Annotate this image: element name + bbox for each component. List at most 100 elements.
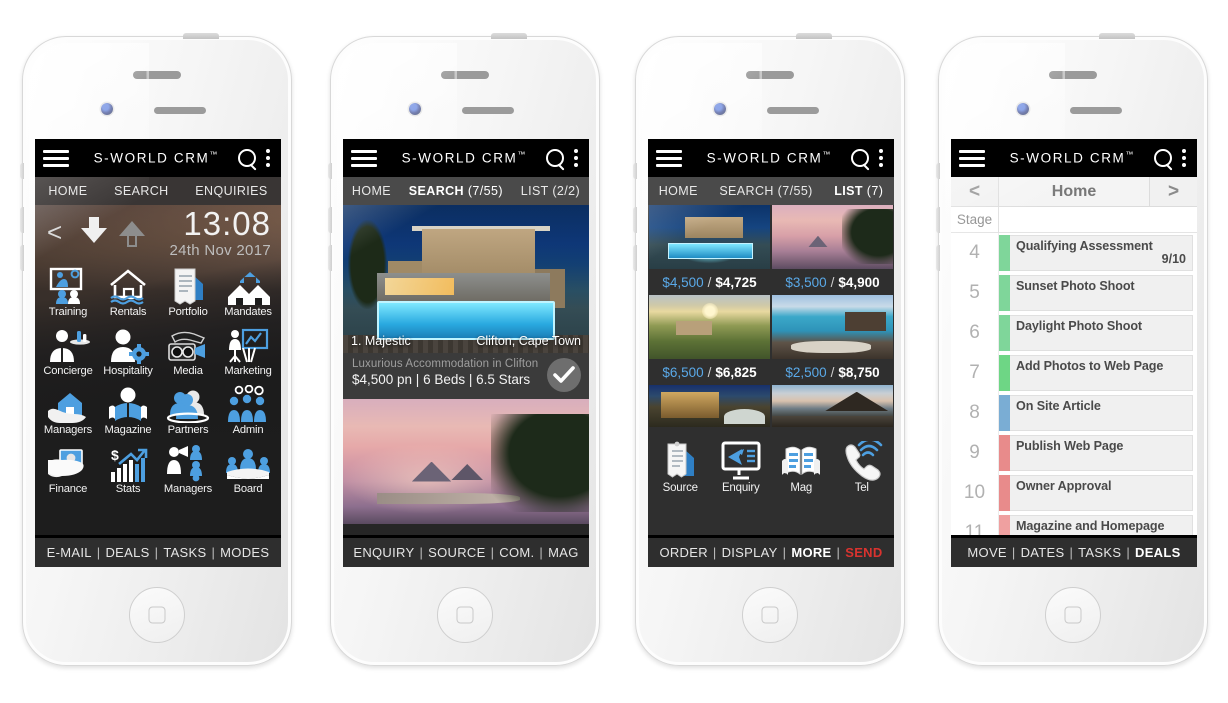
- bottom-deals[interactable]: DEALS: [105, 545, 149, 560]
- price-cell[interactable]: $2,500 / $8,750: [772, 359, 893, 385]
- hamburger-menu-icon[interactable]: [351, 149, 377, 167]
- overflow-menu-icon[interactable]: [879, 149, 883, 167]
- property-thumbnail[interactable]: [772, 385, 893, 427]
- table-row[interactable]: 10 Owner Approval: [951, 473, 1197, 513]
- stage-cell[interactable]: Add Photos to Web Page: [1010, 355, 1193, 391]
- volume-up-button[interactable]: [328, 207, 332, 233]
- app-tile-media[interactable]: Media: [158, 320, 218, 377]
- stage-cell[interactable]: Publish Web Page: [1010, 435, 1193, 471]
- bottom-display[interactable]: DISPLAY: [722, 545, 778, 560]
- table-row[interactable]: 7 Add Photos to Web Page: [951, 353, 1197, 393]
- tab-enquiries[interactable]: ENQUIRIES: [193, 184, 269, 198]
- app-tile-magazine[interactable]: Magazine: [98, 379, 158, 436]
- overflow-menu-icon[interactable]: [574, 149, 578, 167]
- bottom-modes[interactable]: MODES: [220, 545, 269, 560]
- overflow-menu-icon[interactable]: [266, 149, 270, 167]
- property-thumbnail[interactable]: [772, 205, 893, 269]
- hamburger-menu-icon[interactable]: [43, 149, 69, 167]
- bottom-deals[interactable]: DEALS: [1135, 545, 1181, 560]
- app-tile-managers-megaphone[interactable]: Managers: [158, 438, 218, 495]
- tab-search[interactable]: SEARCH: [112, 184, 171, 198]
- price-cell[interactable]: $6,500 / $6,825: [649, 359, 770, 385]
- tab-search[interactable]: SEARCH (7/55): [717, 184, 814, 198]
- action-tile-mag[interactable]: Mag: [771, 435, 832, 494]
- bottom-more[interactable]: MORE: [791, 545, 831, 560]
- hamburger-menu-icon[interactable]: [959, 149, 985, 167]
- property-thumbnail[interactable]: [649, 205, 770, 269]
- tab-home[interactable]: HOME: [657, 184, 700, 198]
- stage-cell[interactable]: Qualifying Assessment 9/10: [1010, 235, 1193, 271]
- app-tile-board[interactable]: Board: [218, 438, 278, 495]
- volume-down-button[interactable]: [633, 245, 637, 271]
- stage-cell[interactable]: Magazine and Homepage: [1010, 515, 1193, 535]
- stage-cell[interactable]: Daylight Photo Shoot: [1010, 315, 1193, 351]
- check-tick-icon[interactable]: [547, 358, 581, 392]
- volume-up-button[interactable]: [936, 207, 940, 233]
- app-tile-admin[interactable]: Admin: [218, 379, 278, 436]
- silent-switch[interactable]: [936, 163, 940, 179]
- tab-home[interactable]: HOME: [46, 184, 89, 198]
- table-row[interactable]: 11 Magazine and Homepage: [951, 513, 1197, 535]
- volume-down-button[interactable]: [328, 245, 332, 271]
- table-row[interactable]: 6 Daylight Photo Shoot: [951, 313, 1197, 353]
- home-button[interactable]: [1045, 587, 1101, 643]
- bottom-email[interactable]: E-MAIL: [47, 545, 92, 560]
- app-tile-stats[interactable]: $ Stats: [98, 438, 158, 495]
- app-tile-hospitality[interactable]: Hospitality: [98, 320, 158, 377]
- stage-cell[interactable]: Owner Approval: [1010, 475, 1193, 511]
- tab-list[interactable]: LIST (7): [832, 184, 885, 198]
- app-tile-finance[interactable]: Finance: [38, 438, 98, 495]
- app-tile-marketing[interactable]: Marketing: [218, 320, 278, 377]
- bottom-enquiry[interactable]: ENQUIRY: [353, 545, 414, 560]
- silent-switch[interactable]: [20, 163, 24, 179]
- hamburger-menu-icon[interactable]: [656, 149, 682, 167]
- table-row[interactable]: 5 Sunset Photo Shoot: [951, 273, 1197, 313]
- bottom-move[interactable]: MOVE: [967, 545, 1006, 560]
- property-thumbnail[interactable]: [649, 295, 770, 359]
- action-tile-source[interactable]: Source: [650, 435, 711, 494]
- search-icon[interactable]: [851, 148, 870, 168]
- back-arrow-icon[interactable]: <: [47, 219, 62, 245]
- table-row[interactable]: 8 On Site Article: [951, 393, 1197, 433]
- next-page-button[interactable]: >: [1149, 177, 1197, 206]
- table-row[interactable]: 4 Qualifying Assessment 9/10: [951, 233, 1197, 273]
- power-button[interactable]: [183, 33, 219, 39]
- volume-up-button[interactable]: [20, 207, 24, 233]
- home-button[interactable]: [437, 587, 493, 643]
- silent-switch[interactable]: [633, 163, 637, 179]
- tab-home[interactable]: HOME: [350, 184, 393, 198]
- home-button[interactable]: [742, 587, 798, 643]
- app-tile-portfolio[interactable]: Portfolio: [158, 261, 218, 318]
- bottom-source[interactable]: SOURCE: [428, 545, 485, 560]
- action-tile-tel[interactable]: Tel: [832, 435, 893, 494]
- upload-icon[interactable]: [119, 217, 145, 247]
- tab-list[interactable]: LIST (2/2): [519, 184, 582, 198]
- listing-secondary-photo[interactable]: [343, 399, 589, 524]
- overflow-menu-icon[interactable]: [1182, 149, 1186, 167]
- price-cell[interactable]: $3,500 / $4,900: [772, 269, 893, 295]
- volume-down-button[interactable]: [20, 245, 24, 271]
- tab-search[interactable]: SEARCH (7/55): [407, 184, 505, 198]
- search-icon[interactable]: [238, 148, 257, 168]
- app-tile-concierge[interactable]: Concierge: [38, 320, 98, 377]
- app-tile-partners[interactable]: Partners: [158, 379, 218, 436]
- volume-up-button[interactable]: [633, 207, 637, 233]
- volume-down-button[interactable]: [936, 245, 940, 271]
- bottom-send[interactable]: SEND: [845, 545, 882, 560]
- stage-cell[interactable]: On Site Article: [1010, 395, 1193, 431]
- app-tile-mandates[interactable]: Mandates: [218, 261, 278, 318]
- power-button[interactable]: [1099, 33, 1135, 39]
- search-icon[interactable]: [1154, 148, 1173, 168]
- power-button[interactable]: [491, 33, 527, 39]
- bottom-dates[interactable]: DATES: [1021, 545, 1065, 560]
- prev-page-button[interactable]: <: [951, 177, 999, 206]
- silent-switch[interactable]: [328, 163, 332, 179]
- table-row[interactable]: 9 Publish Web Page: [951, 433, 1197, 473]
- bottom-tasks[interactable]: TASKS: [1078, 545, 1121, 560]
- bottom-order[interactable]: ORDER: [659, 545, 707, 560]
- property-thumbnail[interactable]: [772, 295, 893, 359]
- app-tile-training[interactable]: Training: [38, 261, 98, 318]
- power-button[interactable]: [796, 33, 832, 39]
- stage-cell[interactable]: Sunset Photo Shoot: [1010, 275, 1193, 311]
- download-icon[interactable]: [81, 217, 107, 247]
